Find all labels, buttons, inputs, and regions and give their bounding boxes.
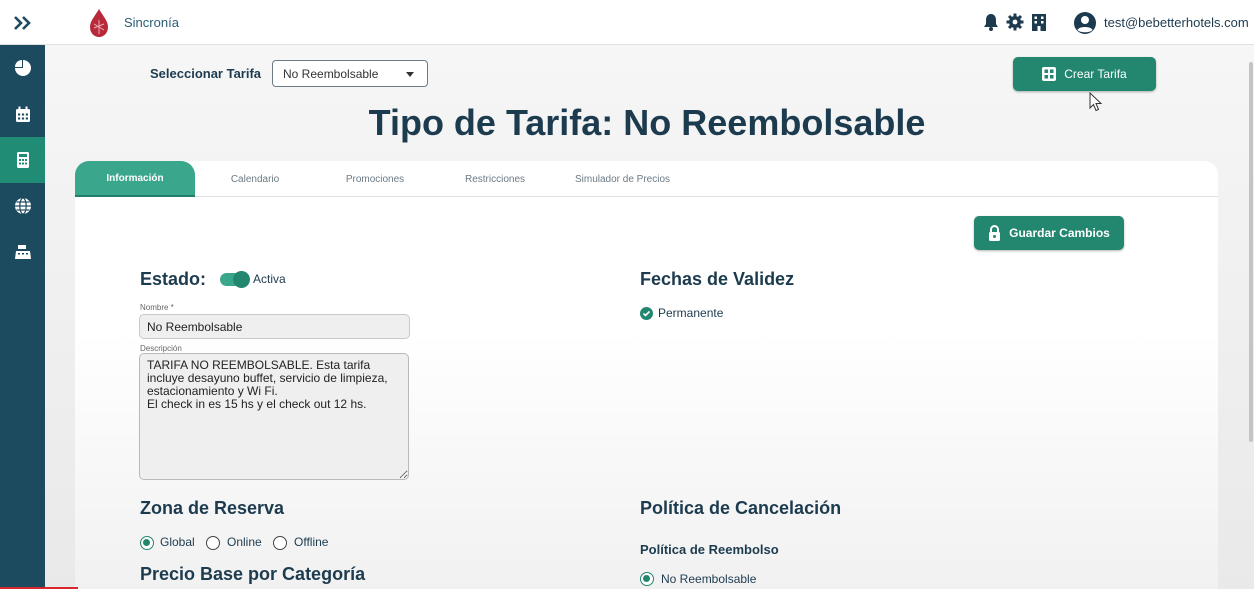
estado-toggle[interactable] bbox=[220, 271, 250, 288]
descripcion-textarea[interactable]: TARIFA NO REEMBOLSABLE. Esta tarifa incl… bbox=[139, 353, 409, 480]
zona-reserva-title: Zona de Reserva bbox=[140, 498, 285, 518]
crear-tarifa-button[interactable]: Crear Tarifa bbox=[1013, 57, 1156, 91]
globe-icon bbox=[14, 197, 31, 215]
estado-toggle-label: Activa bbox=[253, 272, 286, 286]
guardar-cambios-button[interactable]: Guardar Cambios bbox=[974, 216, 1124, 250]
radio-online-label: Online bbox=[227, 535, 262, 549]
toggle-knob bbox=[233, 271, 250, 288]
crear-tarifa-label: Crear Tarifa bbox=[1064, 67, 1127, 81]
tab-informacion[interactable]: Información bbox=[75, 161, 195, 197]
user-avatar-icon[interactable] bbox=[1073, 11, 1097, 35]
lock-icon bbox=[989, 225, 1001, 241]
radio-no-reembolsable-label: No Reembolsable bbox=[661, 572, 757, 586]
permanente-label: Permanente bbox=[658, 306, 724, 320]
politica-cancelacion-title: Política de Cancelación bbox=[640, 498, 842, 518]
building-icon[interactable] bbox=[1030, 12, 1048, 32]
sidebar-item-dashboard[interactable] bbox=[0, 45, 45, 91]
nombre-input[interactable] bbox=[139, 314, 410, 339]
nombre-label: Nombre * bbox=[140, 303, 174, 312]
app-logo-icon bbox=[90, 9, 108, 37]
page-title: Tipo de Tarifa: No Reembolsable bbox=[368, 102, 926, 143]
tab-simulador[interactable]: Simulador de Precios bbox=[555, 161, 690, 197]
calculator-icon bbox=[16, 152, 29, 168]
radio-online[interactable] bbox=[206, 536, 220, 550]
tarifa-select[interactable]: No Reembolsable bbox=[272, 60, 428, 87]
precio-base-title: Precio Base por Categoría bbox=[140, 564, 366, 584]
estado-title: Estado: bbox=[140, 269, 207, 289]
bell-icon[interactable] bbox=[982, 12, 1000, 32]
top-bar: Sincronía test@bebetterhotels.com bbox=[0, 0, 1254, 45]
descripcion-label: Descripción bbox=[140, 344, 182, 353]
expand-sidebar-button[interactable] bbox=[0, 0, 45, 45]
gear-icon[interactable] bbox=[1006, 12, 1024, 32]
radio-global[interactable] bbox=[140, 536, 154, 550]
sidebar-item-channels[interactable] bbox=[0, 183, 45, 229]
cash-register-icon bbox=[14, 245, 31, 259]
guardar-cambios-label: Guardar Cambios bbox=[1009, 226, 1110, 240]
tarifa-select-value: No Reembolsable bbox=[283, 67, 379, 81]
tab-calendario[interactable]: Calendario bbox=[195, 161, 315, 197]
radio-no-reembolsable[interactable] bbox=[640, 572, 654, 586]
grid-plus-icon bbox=[1042, 67, 1057, 81]
tab-restricciones[interactable]: Restricciones bbox=[435, 161, 555, 197]
app-title: Sincronía bbox=[124, 15, 179, 30]
tab-promociones[interactable]: Promociones bbox=[315, 161, 435, 197]
check-circle-icon bbox=[640, 307, 653, 320]
double-chevron-right-icon bbox=[13, 15, 31, 30]
fechas-validez-title: Fechas de Validez bbox=[640, 269, 795, 289]
radio-global-label: Global bbox=[160, 535, 195, 549]
pie-chart-icon bbox=[14, 60, 31, 76]
tab-bar: Información Calendario Promociones Restr… bbox=[75, 161, 1218, 197]
select-tarifa-label: Seleccionar Tarifa bbox=[150, 66, 262, 81]
mouse-cursor-icon bbox=[1089, 92, 1103, 112]
radio-offline-label: Offline bbox=[294, 535, 329, 549]
sidebar-item-pos[interactable] bbox=[0, 229, 45, 275]
user-email[interactable]: test@bebetterhotels.com bbox=[1104, 15, 1249, 30]
caret-down-icon bbox=[406, 72, 414, 77]
radio-offline[interactable] bbox=[273, 536, 287, 550]
politica-reembolso-title: Política de Reembolso bbox=[640, 542, 779, 557]
